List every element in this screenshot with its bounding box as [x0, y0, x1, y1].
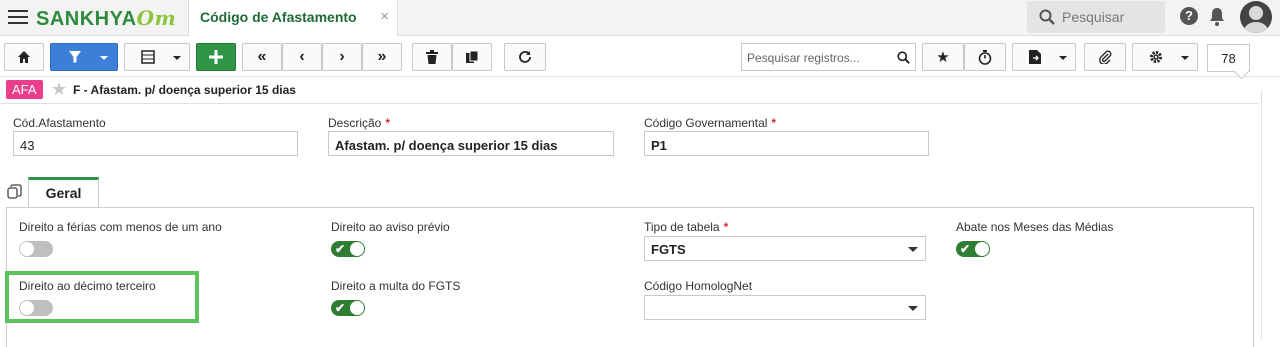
timer-button[interactable]: [964, 43, 1006, 71]
export-button[interactable]: [1012, 43, 1076, 71]
logo-main: SANKHYA: [36, 8, 137, 30]
refresh-button[interactable]: [504, 43, 546, 71]
last-record-button[interactable]: »: [362, 43, 402, 71]
copy-icon: [466, 50, 479, 63]
tab-codigo-afastamento[interactable]: Código de Afastamento ×: [188, 0, 398, 36]
required-mark: *: [771, 116, 777, 130]
first-record-button[interactable]: «: [242, 43, 282, 71]
search-icon: [1039, 9, 1055, 25]
required-mark: *: [385, 116, 391, 130]
check-icon: ✔: [335, 301, 346, 315]
filter-button[interactable]: [50, 43, 118, 71]
help-icon[interactable]: ?: [1180, 7, 1198, 25]
required-mark: *: [723, 220, 729, 234]
aviso-previo-label: Direito ao aviso prévio: [331, 220, 450, 234]
duplicate-button[interactable]: [452, 43, 492, 71]
multa-fgts-label: Direito a multa do FGTS: [331, 279, 461, 293]
trash-icon: [426, 50, 438, 64]
tab-geral[interactable]: Geral: [28, 177, 99, 208]
export-icon: [1029, 50, 1041, 64]
star-icon[interactable]: ★: [51, 79, 67, 99]
filter-icon: [69, 51, 81, 63]
next-record-button[interactable]: ›: [322, 43, 362, 71]
tipo-tabela-select[interactable]: FGTS: [644, 236, 926, 261]
logo: SANKHYAOm: [36, 6, 176, 31]
toolbar: « ‹ › » ★: [0, 37, 1280, 77]
tab-title-label: Código de Afastamento: [200, 9, 357, 25]
grid-view-button[interactable]: [124, 43, 190, 71]
gear-icon: [1150, 51, 1162, 63]
add-icon: [209, 50, 223, 64]
last-icon: »: [377, 48, 387, 65]
descricao-label: Descrição *: [328, 116, 391, 130]
check-icon: ✔: [960, 242, 971, 256]
avatar[interactable]: [1240, 1, 1272, 33]
search-icon[interactable]: [897, 51, 910, 64]
cod-afastamento-field[interactable]: 43: [13, 131, 298, 156]
abate-medias-label: Abate nos Meses das Médias: [956, 220, 1114, 234]
timer-icon: [978, 49, 992, 65]
codigo-governamental-field[interactable]: P1: [644, 131, 929, 156]
tipo-tabela-value: FGTS: [651, 242, 686, 257]
favorite-button[interactable]: ★: [922, 43, 964, 71]
star-icon: ★: [936, 49, 950, 66]
copy-icon[interactable]: [7, 184, 22, 199]
global-search-placeholder: Pesquisar: [1062, 9, 1125, 25]
entity-badge: AFA: [6, 80, 43, 99]
top-bar: SANKHYAOm Código de Afastamento × Pesqui…: [0, 0, 1280, 36]
chevron-down-icon: [1059, 56, 1067, 60]
chevron-down-icon: [908, 247, 918, 252]
attach-button[interactable]: [1084, 43, 1126, 71]
divider: [0, 103, 1258, 104]
homolognet-select[interactable]: [644, 295, 926, 320]
check-icon: ✔: [335, 242, 346, 256]
record-title: F - Afastam. p/ doença superior 15 dias: [73, 83, 296, 97]
settings-button[interactable]: [1132, 43, 1198, 71]
decimo-terceiro-label: Direito ao décimo terceiro: [19, 279, 156, 293]
search-records-input[interactable]: Pesquisar registros...: [741, 43, 916, 71]
codigo-governamental-label: Código Governamental *: [644, 116, 777, 130]
chevron-down-icon: [908, 306, 918, 311]
global-search-input[interactable]: Pesquisar: [1027, 1, 1165, 33]
refresh-icon: [519, 51, 531, 63]
menu-icon[interactable]: [8, 10, 28, 26]
home-button[interactable]: [4, 43, 44, 71]
multa-fgts-toggle[interactable]: ✔: [331, 300, 365, 316]
first-icon: «: [257, 48, 267, 65]
tipo-tabela-label: Tipo de tabela *: [644, 220, 729, 234]
add-button[interactable]: [196, 43, 236, 71]
cod-afastamento-label: Cód.Afastamento: [13, 116, 106, 130]
next-icon: ›: [339, 48, 345, 65]
close-tab-icon[interactable]: ×: [380, 8, 389, 25]
chevron-down-icon: [1181, 56, 1189, 60]
attach-icon: [1099, 50, 1112, 64]
previous-icon: ‹: [299, 48, 305, 65]
abate-medias-toggle[interactable]: ✔: [956, 241, 990, 257]
descricao-field[interactable]: Afastam. p/ doença superior 15 dias: [328, 131, 614, 156]
decimo-terceiro-toggle[interactable]: [19, 300, 53, 316]
record-count: 78: [1207, 44, 1250, 72]
search-records-placeholder: Pesquisar registros...: [747, 51, 860, 65]
previous-record-button[interactable]: ‹: [282, 43, 322, 71]
divider: [1261, 90, 1262, 339]
home-icon: [18, 51, 30, 63]
ferias-toggle[interactable]: [19, 241, 53, 257]
bell-icon[interactable]: [1208, 7, 1226, 27]
delete-button[interactable]: [412, 43, 452, 71]
chevron-down-icon: [173, 56, 181, 60]
logo-script: Om: [136, 6, 177, 30]
aviso-previo-toggle[interactable]: ✔: [331, 241, 365, 257]
grid-icon: [141, 50, 155, 64]
chevron-down-icon: [100, 56, 108, 60]
homolognet-label: Código HomologNet: [644, 279, 753, 293]
ferias-label: Direito a férias com menos de um ano: [19, 220, 222, 234]
